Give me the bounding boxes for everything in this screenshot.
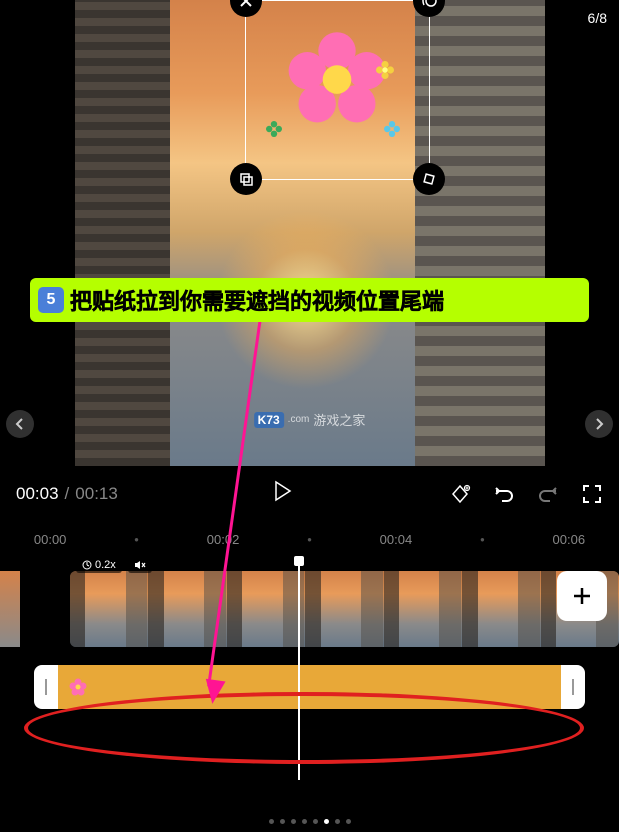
copy-icon [239,172,253,186]
chevron-left-icon [15,418,25,430]
page-dot[interactable] [346,819,351,824]
clip-frame [70,571,148,647]
flower-sticker[interactable] [282,27,392,142]
video-preview[interactable] [75,0,545,466]
clip-frame [305,571,383,647]
redo-icon [537,483,559,505]
keyframe-icon [449,483,471,505]
clip-thumbnail-prev[interactable] [0,571,20,647]
clip-frame [227,571,305,647]
small-flower-yellow [376,61,394,79]
sticker-trim-right-handle[interactable] [561,665,585,709]
page-dot[interactable] [280,819,285,824]
sticker-track[interactable] [34,665,585,709]
sticker-clip-body[interactable] [58,665,561,709]
rotate-icon [422,172,436,186]
timer-icon [82,560,92,570]
playhead[interactable] [298,560,300,780]
speed-badge: 0.2x [76,557,122,573]
sticker-selection-box[interactable] [245,0,430,180]
page-dot-active[interactable] [324,819,329,824]
keyframe-button[interactable] [449,483,471,505]
motion-icon [421,0,437,9]
page-dot[interactable] [269,819,274,824]
gallery-prev-button[interactable] [6,410,34,438]
sticker-trim-left-handle[interactable] [34,665,58,709]
timeline-area[interactable]: 0.2x [0,553,619,709]
flower-thumb-icon [68,677,88,697]
speed-value: 0.2x [95,559,116,571]
watermark-suffix: 游戏之家 [313,410,365,429]
ruler-tick: 00:04 [380,532,413,547]
undo-icon [493,483,515,505]
clip-frame [384,571,462,647]
ruler-dot: ● [480,535,485,544]
step-number-badge: 5 [38,287,64,313]
time-display: 00:03 / 00:13 [16,484,118,504]
scene-building-left [75,0,170,466]
controls-bar: 00:03 / 00:13 [0,466,619,522]
page-dot[interactable] [335,819,340,824]
mute-icon [134,560,146,570]
page-counter: 6/8 [588,10,607,26]
add-clip-button[interactable] [557,571,607,621]
video-track[interactable] [0,571,619,647]
undo-button[interactable] [493,483,515,505]
watermark: K73 .com 游戏之家 [254,410,366,429]
handle-grip-icon [572,679,574,695]
sticker-delete-button[interactable] [230,0,262,17]
sticker-rotate-button[interactable] [413,163,445,195]
mute-badge [128,557,152,573]
chevron-right-icon [594,418,604,430]
page-dot[interactable] [302,819,307,824]
clip-frame [462,571,540,647]
play-button[interactable] [273,480,293,508]
ruler-dot: ● [307,535,312,544]
page-dot[interactable] [291,819,296,824]
watermark-domain: .com [288,414,310,425]
video-clip[interactable] [70,571,619,647]
fullscreen-button[interactable] [581,483,603,505]
clip-badges: 0.2x [76,557,152,573]
fullscreen-icon [582,484,602,504]
timeline-ruler: 00:00 ● 00:02 ● 00:04 ● 00:06 [0,522,619,553]
small-flower-blue [384,121,400,137]
redo-button[interactable] [537,483,559,505]
page-dot[interactable] [313,819,318,824]
sticker-clip[interactable] [34,665,585,709]
handle-grip-icon [45,679,47,695]
ruler-tick: 00:06 [553,532,586,547]
ruler-tick: 00:02 [207,532,240,547]
control-icons [449,483,603,505]
time-separator: / [65,484,70,504]
ruler-dot: ● [134,535,139,544]
gallery-next-button[interactable] [585,410,613,438]
ruler-tick: 00:00 [34,532,67,547]
add-icon [571,585,593,607]
page-dots [269,819,351,824]
time-total: 00:13 [75,484,118,504]
time-current: 00:03 [16,484,59,504]
preview-area: 5 把贴纸拉到你需要遮挡的视频位置尾端 K73 .com 游戏之家 [0,0,619,466]
annotation-arrow-head [202,679,225,706]
close-icon [239,0,253,8]
instruction-banner: 5 把贴纸拉到你需要遮挡的视频位置尾端 [30,278,589,322]
watermark-badge: K73 [254,412,284,428]
play-icon [273,480,293,502]
small-flower-green [266,121,282,137]
instruction-text: 把贴纸拉到你需要遮挡的视频位置尾端 [70,284,444,316]
sticker-copy-button[interactable] [230,163,262,195]
scene-building-right [415,0,545,466]
